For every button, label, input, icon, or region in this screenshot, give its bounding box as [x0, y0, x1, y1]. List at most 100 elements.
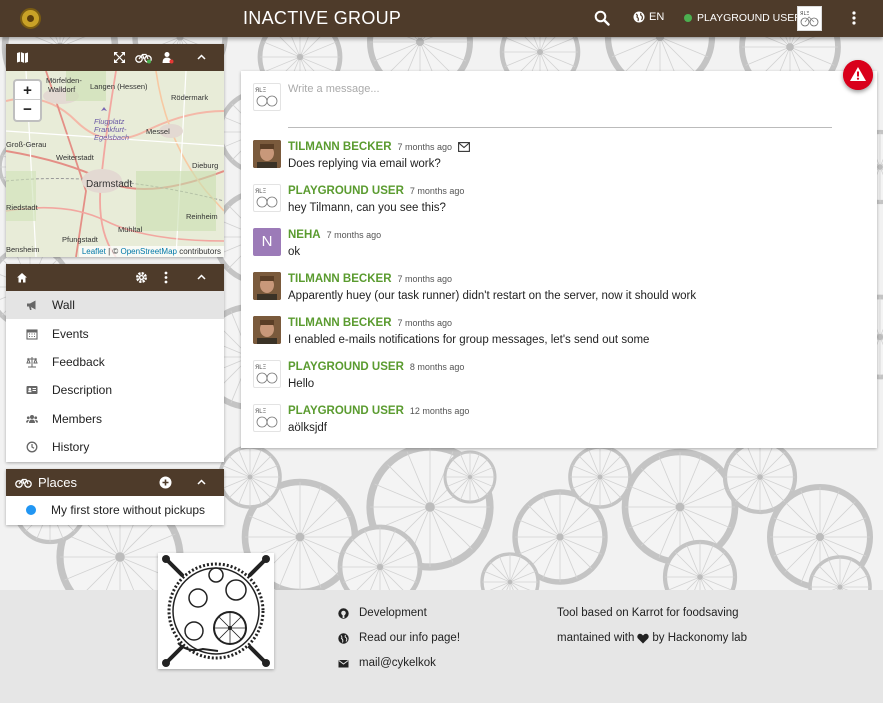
user-avatar[interactable]: N	[253, 228, 281, 256]
message-time: 12 months ago	[409, 406, 470, 416]
map-label: Rödermark	[171, 93, 209, 102]
bullhorn-icon	[27, 300, 36, 311]
envelope-icon	[458, 142, 470, 152]
more-vertical-icon[interactable]	[163, 271, 169, 284]
message-text: aölksjdf	[288, 422, 327, 434]
user-avatar[interactable]	[253, 272, 281, 300]
user-pin-icon[interactable]	[161, 51, 174, 64]
map-label: Riedstadt	[6, 203, 38, 212]
message-time: 7 months ago	[409, 186, 465, 196]
menu-item-history[interactable]: History	[6, 433, 224, 461]
chevron-up-icon[interactable]	[196, 51, 207, 64]
menu-item-feedback[interactable]: Feedback	[6, 348, 224, 376]
wheel-decoration	[722, 439, 798, 515]
heart-icon	[637, 633, 650, 643]
message-header: TILMANN BECKER 7 months ago	[288, 317, 452, 329]
tagline: Tool based on Karrot for foodsaving	[557, 607, 739, 619]
gear-icon[interactable]	[135, 271, 148, 284]
menu-item-wall[interactable]: Wall	[6, 291, 224, 320]
map-view[interactable]: Mörfelden- Walldorf Langen (Hessen) Röde…	[6, 71, 224, 257]
svg-text:ЯLΞ: ЯLΞ	[800, 11, 809, 17]
wheel-decoration	[337, 524, 423, 590]
karrot-logo-icon[interactable]	[20, 8, 41, 29]
map-label: Groß-Gerau	[6, 140, 47, 149]
osm-link[interactable]: OpenStreetMap	[120, 247, 176, 256]
bicycle-avatar-icon: ЯLΞ	[255, 408, 278, 428]
user-avatar[interactable]: ЯLΞ	[253, 360, 281, 388]
message-author[interactable]: TILMANN BECKER	[288, 317, 392, 329]
message-time: 7 months ago	[326, 230, 382, 240]
development-link[interactable]: Development	[338, 607, 427, 619]
bicycle-avatar-icon: ЯLΞ	[800, 11, 819, 27]
avatar-letter: N	[261, 233, 273, 250]
mail-label: mail@cykelkok	[359, 657, 436, 669]
wheel-decoration	[662, 539, 738, 590]
message-author[interactable]: NEHA	[288, 229, 321, 241]
zoom-in-button[interactable]: +	[15, 81, 40, 100]
attribution-separator: | ©	[105, 247, 121, 256]
places-header: Places	[6, 469, 224, 496]
message-author[interactable]: TILMANN BECKER	[288, 273, 392, 285]
footer: Development Read our info page! mail@cyk…	[0, 590, 883, 703]
group-title[interactable]: INACTIVE GROUP	[243, 8, 401, 29]
wall-message: TILMANN BECKER 7 months ago I enabled e-ma…	[253, 316, 853, 356]
message-time: 7 months ago	[397, 142, 453, 152]
user-avatar[interactable]	[253, 316, 281, 344]
top-bar: INACTIVE GROUP EN PLAYGROUND USER ЯLΞ	[0, 0, 883, 37]
bicycle-icon[interactable]	[135, 51, 152, 64]
bicycle-avatar-icon: ЯLΞ	[255, 87, 278, 107]
cykelkok-logo[interactable]	[158, 553, 274, 669]
place-item[interactable]: My first store without pickups	[6, 496, 224, 524]
user-avatar[interactable]: ЯLΞ	[253, 404, 281, 432]
wall-feed: ЯLΞ Write a message... TILMANN BECKER 7 m…	[241, 71, 877, 448]
message-header: TILMANN BECKER 7 months ago	[288, 141, 470, 153]
wall-message: ЯLΞ PLAYGROUND USER 7 months ago hey Tilman…	[253, 184, 853, 224]
places-title[interactable]: Places	[38, 475, 77, 490]
home-icon[interactable]	[16, 271, 28, 284]
language-switcher[interactable]: EN	[633, 11, 664, 23]
message-header: PLAYGROUND USER 12 months ago	[288, 405, 469, 417]
balance-scale-icon	[26, 356, 38, 368]
menu-item-label: History	[52, 440, 90, 455]
message-input[interactable]: Write a message...	[288, 83, 380, 95]
add-place-icon[interactable]	[159, 476, 172, 489]
zoom-out-button[interactable]: −	[15, 100, 40, 119]
menu-item-description[interactable]: Description	[6, 376, 224, 404]
composer-avatar: ЯLΞ	[253, 83, 281, 111]
maintained-line: mantained with by Hackonomy lab	[557, 632, 747, 644]
warning-icon[interactable]	[843, 60, 873, 90]
map-icon[interactable]	[16, 51, 29, 64]
group-menu-header	[6, 264, 224, 291]
message-author[interactable]: PLAYGROUND USER	[288, 185, 404, 197]
more-vertical-icon[interactable]	[846, 10, 862, 26]
message-author[interactable]: TILMANN BECKER	[288, 141, 392, 153]
user-menu[interactable]: PLAYGROUND USER	[684, 12, 802, 24]
message-author[interactable]: PLAYGROUND USER	[288, 361, 404, 373]
leaflet-link[interactable]: Leaflet	[82, 247, 106, 256]
wall-message: ЯLΞ PLAYGROUND USER 8 months ago Hello	[253, 360, 853, 400]
attribution-tail: contributors	[176, 247, 221, 256]
message-text: I enabled e-mails notifications for grou…	[288, 334, 650, 346]
expand-icon[interactable]	[113, 51, 126, 64]
chevron-up-icon[interactable]	[196, 271, 207, 284]
user-avatar[interactable]: ЯLΞ	[253, 184, 281, 212]
info-page-label: Read our info page!	[359, 632, 461, 644]
chevron-up-icon[interactable]	[196, 476, 207, 489]
user-avatar[interactable]	[253, 140, 281, 168]
menu-item-events[interactable]: Events	[6, 319, 224, 347]
bicycle-avatar-icon: ЯLΞ	[255, 188, 278, 208]
globe-icon	[338, 632, 349, 644]
map-label: Dieburg	[192, 161, 219, 170]
menu-item-members[interactable]: Members	[6, 405, 224, 433]
user-name: PLAYGROUND USER	[697, 12, 802, 24]
message-author[interactable]: PLAYGROUND USER	[288, 405, 404, 417]
map-zoom-control: + −	[13, 79, 42, 122]
menu-item-label: Feedback	[52, 354, 105, 369]
message-header: PLAYGROUND USER 8 months ago	[288, 361, 464, 373]
users-icon	[26, 414, 38, 423]
search-icon[interactable]	[594, 10, 610, 26]
message-input-underline	[288, 127, 832, 128]
user-avatar[interactable]: ЯLΞ	[797, 6, 822, 31]
mail-link[interactable]: mail@cykelkok	[338, 657, 436, 669]
info-page-link[interactable]: Read our info page!	[338, 632, 460, 644]
